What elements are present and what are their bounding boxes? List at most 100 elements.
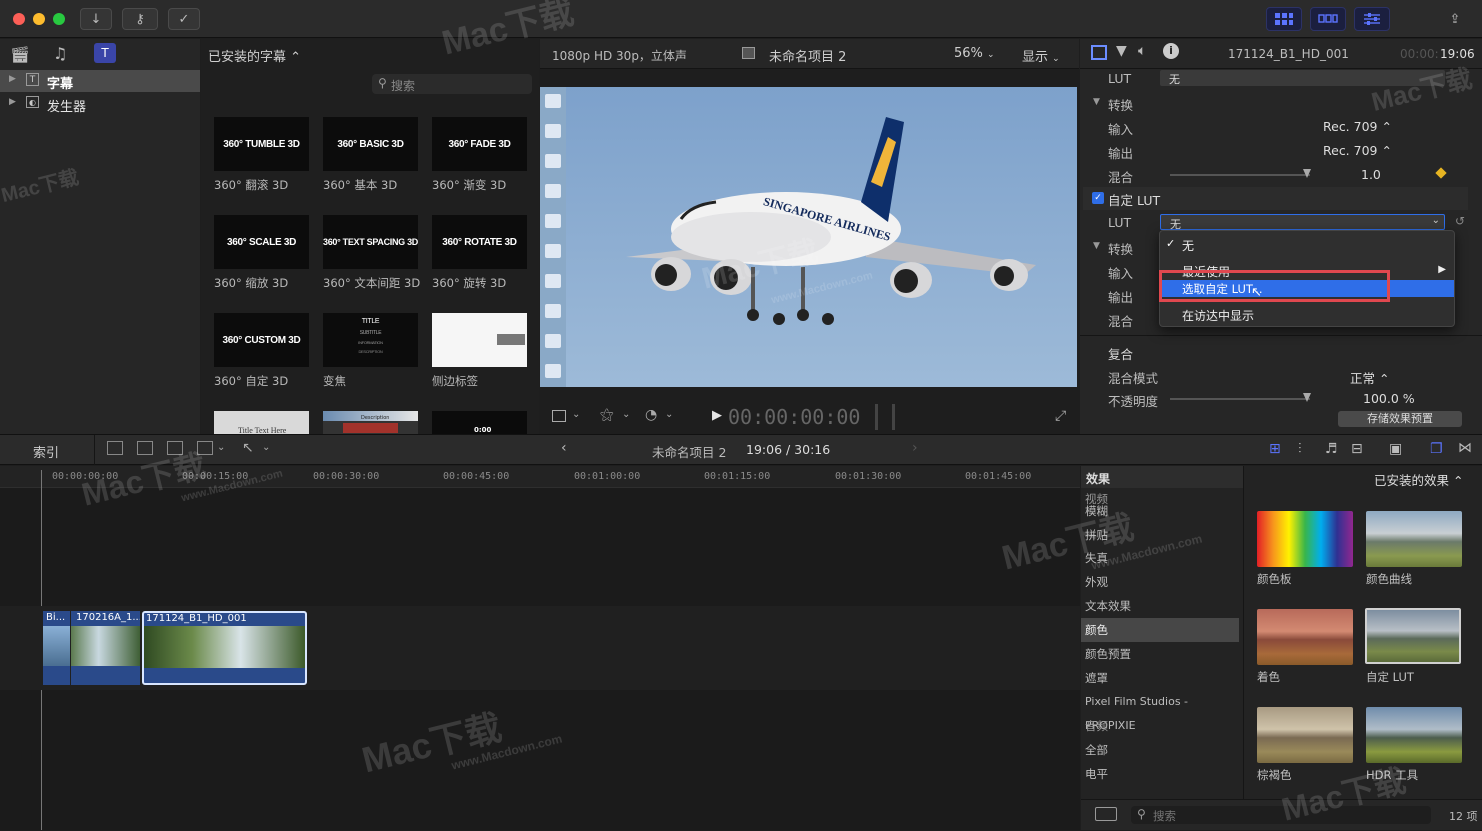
mix-slider[interactable]: [1170, 169, 1311, 178]
chevron-down-icon[interactable]: ⌄: [572, 409, 580, 420]
import-button[interactable]: ↓: [80, 8, 112, 30]
menu-item-recent[interactable]: 最近使用 ▶: [1160, 261, 1456, 281]
frame-thumb[interactable]: [545, 154, 561, 168]
category-item[interactable]: 颜色预置: [1081, 642, 1239, 666]
disclosure-triangle-icon[interactable]: ▼: [1093, 241, 1100, 251]
category-item[interactable]: Pixel Film Studios - PROPIXIE: [1081, 690, 1239, 732]
speaker-icon[interactable]: 🔈︎: [1138, 43, 1146, 59]
frame-thumb[interactable]: [545, 184, 561, 198]
menu-item-none[interactable]: ✓ 无: [1160, 235, 1456, 255]
sidebar-item-titles[interactable]: ▶ T 字幕: [0, 70, 200, 92]
effect-thumbnail-colorize[interactable]: [1257, 609, 1353, 665]
speedometer-icon[interactable]: ◔: [645, 407, 657, 423]
sidebar-toggle-icon[interactable]: [1095, 807, 1117, 821]
installed-titles-dropdown[interactable]: 已安装的字幕 ⌃: [208, 46, 301, 65]
forward-arrow-icon[interactable]: ›: [912, 440, 918, 456]
transitions-browser-icon[interactable]: ⋈: [1458, 440, 1472, 456]
chevron-down-icon[interactable]: ⌄: [665, 409, 673, 420]
select-tool-icon[interactable]: ↖: [242, 440, 254, 456]
menu-item-choose-custom-lut[interactable]: 选取自定 LUT... ↖: [1160, 280, 1454, 300]
checkbox-checked[interactable]: ✓: [1092, 192, 1104, 204]
save-effects-preset-button[interactable]: 存储效果预置: [1338, 411, 1462, 427]
frame-thumb[interactable]: [545, 124, 561, 138]
frame-thumb[interactable]: [545, 214, 561, 228]
timeline-clip[interactable]: 170216A_1...: [71, 611, 140, 685]
zoom-dropdown[interactable]: 56% ⌄: [954, 46, 995, 61]
custom-lut-dropdown[interactable]: 无 ⌄: [1160, 214, 1445, 231]
effect-thumbnail-custom-lut[interactable]: [1365, 608, 1461, 664]
share-button[interactable]: ⇪: [1440, 8, 1470, 30]
disclosure-triangle-icon[interactable]: ▶: [9, 74, 16, 84]
effect-thumbnail-color-board[interactable]: [1257, 511, 1353, 567]
title-thumbnail[interactable]: [432, 313, 527, 367]
timeline-toggle-button[interactable]: [1310, 7, 1346, 31]
close-window-button[interactable]: [13, 13, 25, 25]
display-dropdown[interactable]: 显示 ⌄: [1022, 46, 1060, 65]
blend-mode-value[interactable]: 正常 ⌃: [1350, 368, 1389, 387]
frame-thumb[interactable]: [545, 244, 561, 258]
chevron-down-icon[interactable]: ⌄: [262, 442, 270, 453]
installed-effects-dropdown[interactable]: 已安装的效果 ⌃: [1374, 470, 1463, 489]
viewer-options-icon[interactable]: [552, 410, 566, 422]
slider-thumb[interactable]: [1303, 169, 1311, 178]
opacity-slider[interactable]: [1170, 393, 1311, 402]
video-frame[interactable]: SINGAPORE AIRLINES: [566, 87, 1077, 387]
minimize-window-button[interactable]: [33, 13, 45, 25]
index-button[interactable]: 索引: [33, 442, 59, 461]
category-item[interactable]: 电平: [1081, 762, 1239, 786]
info-icon[interactable]: i: [1163, 43, 1179, 59]
zoom-window-button[interactable]: [53, 13, 65, 25]
category-item-selected[interactable]: 颜色: [1081, 618, 1239, 642]
menu-item-show-in-finder[interactable]: 在访达中显示: [1160, 305, 1456, 325]
frame-thumb[interactable]: [545, 334, 561, 348]
frame-thumb[interactable]: [545, 304, 561, 318]
title-thumbnail[interactable]: 0:00: [432, 411, 527, 434]
category-item[interactable]: 外观: [1081, 570, 1239, 594]
keyframe-icon[interactable]: [1435, 167, 1447, 179]
title-thumbnail[interactable]: 360° CUSTOM 3D: [214, 313, 309, 367]
frame-thumb[interactable]: [545, 274, 561, 288]
chevron-down-icon[interactable]: ⌄: [217, 442, 225, 453]
back-arrow-icon[interactable]: ‹: [561, 440, 567, 456]
timeline-clip-selected[interactable]: 171124_B1_HD_001: [142, 611, 307, 685]
disclosure-triangle-icon[interactable]: ▼: [1093, 97, 1100, 107]
effects-browser-icon[interactable]: ❐: [1430, 441, 1443, 457]
browser-search-field[interactable]: ⚲ 搜索: [372, 74, 532, 94]
browser-toggle-button[interactable]: [1266, 7, 1302, 31]
output-color-space[interactable]: Rec. 709 ⌃: [1323, 143, 1392, 158]
effect-thumbnail-sepia[interactable]: [1257, 707, 1353, 763]
photos-audio-icon[interactable]: ♫: [53, 44, 67, 63]
category-item[interactable]: 遮罩: [1081, 666, 1239, 690]
title-thumbnail[interactable]: 360° TUMBLE 3D: [214, 117, 309, 171]
inspector-toggle-button[interactable]: [1354, 7, 1390, 31]
background-tasks-button[interactable]: ✓: [168, 8, 200, 30]
disclosure-triangle-icon[interactable]: ▶: [9, 97, 16, 107]
category-item[interactable]: 文本效果: [1081, 594, 1239, 618]
play-icon[interactable]: ▶: [712, 408, 722, 423]
mix-value[interactable]: 1.0: [1361, 167, 1381, 182]
waveform-icon[interactable]: ⫶: [1298, 441, 1302, 457]
sidebar-item-generators[interactable]: ▶ ◐ 发生器: [0, 93, 200, 115]
title-thumbnail[interactable]: 360° ROTATE 3D: [432, 215, 527, 269]
snapping-icon[interactable]: ⊟: [1351, 441, 1363, 457]
timeline-clip[interactable]: Bi...: [43, 611, 70, 685]
frame-thumb[interactable]: [545, 94, 561, 108]
input-color-space[interactable]: Rec. 709 ⌃: [1323, 119, 1392, 134]
magic-wand-icon[interactable]: ⚝: [600, 407, 614, 423]
title-thumbnail[interactable]: 360° FADE 3D: [432, 117, 527, 171]
chevron-down-icon[interactable]: ⌄: [622, 409, 630, 420]
effect-thumbnail-hdr-tools[interactable]: [1366, 707, 1462, 763]
title-thumbnail[interactable]: TITLE SUBTITLE INFORMATION DESCRIPTION: [323, 313, 418, 367]
titles-generators-icon[interactable]: T: [94, 43, 116, 63]
title-thumbnail[interactable]: 360° BASIC 3D: [323, 117, 418, 171]
clapper-icon[interactable]: 🎬︎: [10, 45, 30, 64]
effect-thumbnail-color-curves[interactable]: [1366, 511, 1462, 567]
clip-appearance-icon[interactable]: ▣: [1389, 441, 1402, 457]
reset-icon[interactable]: ↺: [1455, 214, 1465, 228]
connect-clip-icon[interactable]: [107, 441, 123, 455]
headphones-icon[interactable]: ♬: [1325, 441, 1338, 457]
frame-thumb[interactable]: [545, 364, 561, 378]
audio-skimming-icon[interactable]: ⊞: [1269, 441, 1281, 457]
slider-thumb[interactable]: [1303, 393, 1311, 402]
category-item[interactable]: 全部: [1081, 738, 1239, 762]
